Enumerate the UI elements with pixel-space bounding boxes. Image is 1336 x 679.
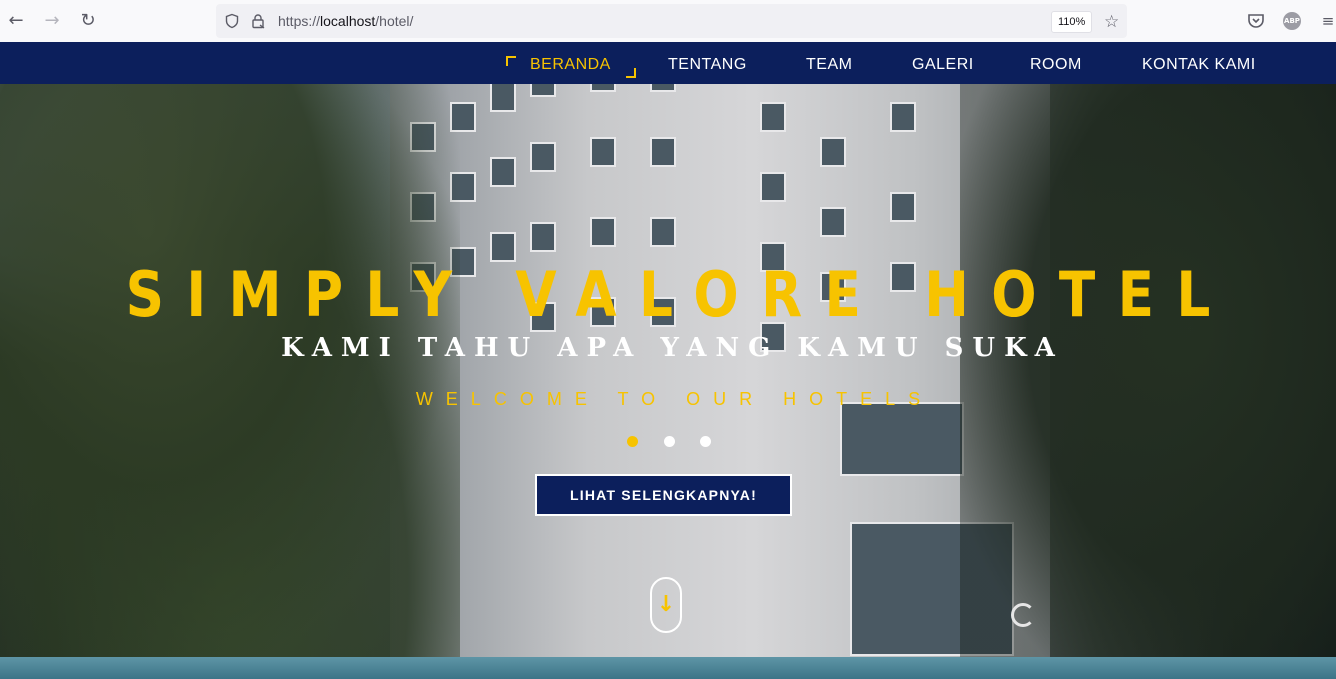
star-icon[interactable]: ☆ [1104, 12, 1119, 32]
url-scheme: https:// [278, 13, 321, 29]
scroll-down-button[interactable]: ↓ [650, 577, 682, 633]
arrow-down-icon: ↓ [656, 592, 676, 617]
nav-item-beranda[interactable]: BERANDA [530, 56, 611, 74]
carousel-dot-3[interactable] [700, 436, 711, 447]
reload-icon[interactable]: ↻ [77, 10, 99, 32]
nav-item-tentang[interactable]: TENTANG [668, 56, 747, 74]
url-path: /hotel/ [375, 13, 414, 29]
menu-icon[interactable]: ≡ [1318, 11, 1336, 31]
hero-subtitle: KAMI TAHU APA YANG KAMU SUKA [281, 333, 1064, 363]
swimming-pool [0, 657, 1336, 679]
pocket-icon[interactable] [1246, 11, 1266, 31]
nav-item-room[interactable]: ROOM [1030, 56, 1082, 74]
carousel-dot-2[interactable] [664, 436, 675, 447]
url-text[interactable]: https://localhost/hotel/ [278, 13, 413, 29]
hero-title: SIMPLY VALORE HOTEL [125, 258, 1233, 331]
see-more-button[interactable]: LIHAT SELENGKAPNYA! [535, 474, 792, 516]
nav-item-kontak-kami[interactable]: KONTAK KAMI [1142, 56, 1256, 74]
browser-toolbar: ← → ↻ https://localhost/hotel/ 110% ☆ AB… [0, 0, 1336, 43]
zoom-indicator[interactable]: 110% [1051, 11, 1093, 33]
active-bracket-bottom-right [626, 68, 636, 78]
carousel-dot-1[interactable] [627, 436, 638, 447]
abp-icon[interactable]: ABP [1283, 12, 1301, 30]
hero-tagline: WELCOME TO OUR HOTELS [415, 389, 934, 409]
nav-item-galeri[interactable]: GALERI [912, 56, 974, 74]
back-icon[interactable]: ← [5, 10, 27, 32]
url-bar[interactable]: https://localhost/hotel/ 110% ☆ [216, 4, 1127, 38]
loading-spinner-icon [1011, 603, 1035, 627]
shield-icon[interactable] [224, 13, 240, 29]
lock-icon[interactable] [250, 13, 266, 29]
url-host: localhost [320, 13, 376, 29]
nav-item-team[interactable]: TEAM [806, 56, 852, 74]
forward-icon[interactable]: → [41, 10, 63, 32]
active-bracket-top-left [506, 56, 516, 66]
